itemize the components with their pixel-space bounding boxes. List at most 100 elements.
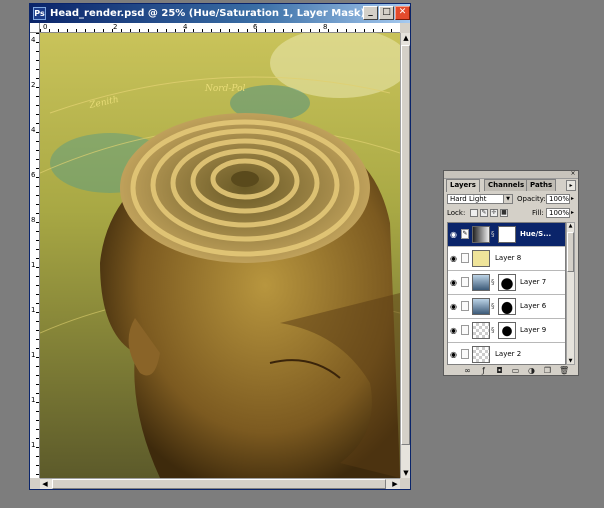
horizontal-scroll-thumb[interactable] bbox=[52, 479, 386, 489]
vertical-scrollbar[interactable]: ▲ ▼ bbox=[400, 33, 410, 478]
blend-mode-value: Hard Light bbox=[450, 195, 487, 203]
lock-position-icon[interactable]: ✛ bbox=[490, 209, 498, 217]
ruler-tick-label: 1 bbox=[31, 351, 36, 359]
layer-thumbnail[interactable] bbox=[472, 298, 490, 315]
layer-thumbnail[interactable] bbox=[472, 346, 490, 363]
close-button[interactable]: ✕ bbox=[395, 6, 410, 20]
layer-row[interactable]: ◉ § Layer 7 bbox=[448, 271, 565, 295]
document-title: Head_render.psd @ 25% (Hue/Saturation 1,… bbox=[50, 8, 366, 19]
layer-mask-thumbnail[interactable] bbox=[498, 274, 516, 291]
layer-name[interactable]: Layer 2 bbox=[495, 350, 521, 359]
palette-menu-icon[interactable]: ▸ bbox=[566, 180, 576, 191]
mask-link-icon[interactable]: § bbox=[491, 278, 495, 286]
document-canvas[interactable]: Zenith Nord-Pol bbox=[40, 33, 400, 478]
layer-brush-icon[interactable]: ✎ bbox=[461, 229, 469, 239]
visibility-eye-icon[interactable]: ◉ bbox=[449, 302, 458, 311]
tab-layers[interactable]: Layers bbox=[446, 179, 480, 192]
minimize-button[interactable]: _ bbox=[363, 6, 378, 20]
layers-scroll-thumb[interactable] bbox=[567, 232, 574, 272]
layer-name[interactable]: Layer 6 bbox=[520, 302, 546, 311]
layer-row[interactable]: ◉ Layer 8 bbox=[448, 247, 565, 271]
layer-thumbnail[interactable] bbox=[472, 274, 490, 291]
palette-bottom-toolbar: ∞ ƒ ◘ ▭ ◑ ❐ 🗑 bbox=[447, 366, 575, 376]
lock-image-icon[interactable]: ✎ bbox=[480, 209, 488, 217]
layer-thumbnail[interactable] bbox=[472, 322, 490, 339]
layer-thumbnail[interactable] bbox=[472, 250, 490, 267]
layers-palette[interactable]: × Layers Channels Paths ▸ Hard Light ▼ O… bbox=[443, 170, 579, 376]
visibility-eye-icon[interactable]: ◉ bbox=[449, 230, 458, 239]
document-title-bar[interactable]: Ps Head_render.psd @ 25% (Hue/Saturation… bbox=[30, 4, 410, 23]
trash-icon[interactable]: 🗑 bbox=[559, 366, 569, 375]
visibility-eye-icon[interactable]: ◉ bbox=[449, 254, 458, 263]
palette-tabs: Layers Channels Paths ▸ bbox=[446, 179, 576, 192]
scroll-right-arrow-icon[interactable]: ▶ bbox=[390, 479, 400, 489]
ruler-tick-label: 6 bbox=[253, 23, 258, 31]
layer-row[interactable]: ◉ § Layer 9 bbox=[448, 319, 565, 343]
lock-all-icon[interactable]: ■ bbox=[500, 209, 508, 217]
scroll-left-arrow-icon[interactable]: ◀ bbox=[40, 479, 50, 489]
lock-label: Lock: bbox=[447, 209, 466, 217]
layer-name[interactable]: Layer 8 bbox=[495, 254, 521, 263]
layer-name[interactable]: Layer 9 bbox=[520, 326, 546, 335]
horizontal-scrollbar[interactable]: ◀ ▶ bbox=[40, 478, 400, 489]
mask-link-icon[interactable]: § bbox=[491, 302, 495, 310]
ruler-tick-label: 8 bbox=[323, 23, 328, 31]
layer-mask-thumbnail[interactable] bbox=[498, 226, 516, 243]
lock-transparency-icon[interactable] bbox=[470, 209, 478, 217]
layer-row[interactable]: ◉ Layer 2 bbox=[448, 343, 565, 364]
ruler-tick-label: 0 bbox=[43, 23, 48, 31]
layer-link-box[interactable] bbox=[461, 253, 469, 263]
visibility-eye-icon[interactable]: ◉ bbox=[449, 350, 458, 359]
layer-name[interactable]: Layer 7 bbox=[520, 278, 546, 287]
mask-link-icon[interactable]: § bbox=[491, 326, 495, 334]
tab-paths[interactable]: Paths bbox=[526, 179, 557, 191]
maximize-button[interactable]: □ bbox=[379, 6, 394, 20]
layers-scrollbar[interactable]: ▲ ▼ bbox=[566, 222, 575, 365]
palette-title-strip[interactable]: × bbox=[444, 171, 578, 179]
layer-link-box[interactable] bbox=[461, 325, 469, 335]
visibility-eye-icon[interactable]: ◉ bbox=[449, 326, 458, 335]
layers-list[interactable]: ◉ ✎ § Hue/S... ◉ Layer 8 ◉ § Layer 7 ◉ § bbox=[447, 222, 566, 365]
tab-channels[interactable]: Channels bbox=[484, 179, 529, 191]
adjustment-layer-icon[interactable]: ◑ bbox=[527, 366, 536, 375]
layer-link-box[interactable] bbox=[461, 349, 469, 359]
opacity-field[interactable]: 100% bbox=[546, 194, 570, 204]
scroll-down-arrow-icon[interactable]: ▼ bbox=[567, 356, 574, 366]
vertical-ruler[interactable]: 4 2 4 6 8 1 1 1 1 1 bbox=[30, 33, 40, 478]
layer-link-box[interactable] bbox=[461, 277, 469, 287]
scroll-up-arrow-icon[interactable]: ▲ bbox=[401, 33, 411, 43]
opacity-slider-arrow-icon[interactable]: ▸ bbox=[571, 194, 574, 204]
blend-mode-select[interactable]: Hard Light ▼ bbox=[447, 194, 513, 204]
fill-field[interactable]: 100% bbox=[546, 208, 570, 218]
blend-opacity-row: Hard Light ▼ Opacity: 100% ▸ bbox=[447, 194, 575, 205]
ruler-tick-label: 1 bbox=[31, 396, 36, 404]
opacity-value: 100% bbox=[549, 195, 570, 203]
palette-close-icon[interactable]: × bbox=[570, 171, 576, 177]
new-layer-icon[interactable]: ❐ bbox=[543, 366, 552, 375]
artwork-maze-head: Zenith Nord-Pol bbox=[40, 33, 400, 478]
vertical-scroll-thumb[interactable] bbox=[401, 45, 410, 445]
scroll-down-arrow-icon[interactable]: ▼ bbox=[401, 468, 411, 478]
scroll-up-arrow-icon[interactable]: ▲ bbox=[567, 221, 574, 231]
document-window[interactable]: Ps Head_render.psd @ 25% (Hue/Saturation… bbox=[29, 3, 411, 490]
adjustment-layer-thumbnail[interactable] bbox=[472, 226, 490, 243]
ruler-tick-label: 2 bbox=[31, 81, 36, 89]
layer-mask-thumbnail[interactable] bbox=[498, 322, 516, 339]
add-mask-icon[interactable]: ◘ bbox=[495, 366, 504, 375]
ruler-tick-label: 4 bbox=[183, 23, 188, 31]
layer-style-icon[interactable]: ƒ bbox=[479, 366, 488, 375]
layer-mask-thumbnail[interactable] bbox=[498, 298, 516, 315]
layer-row[interactable]: ◉ ✎ § Hue/S... bbox=[448, 223, 565, 247]
photoshop-app-icon: Ps bbox=[33, 7, 46, 20]
opacity-label: Opacity: bbox=[517, 195, 546, 203]
layer-link-box[interactable] bbox=[461, 301, 469, 311]
layer-name[interactable]: Hue/S... bbox=[520, 230, 551, 239]
horizontal-ruler[interactable]: 0 2 4 6 8 bbox=[40, 23, 400, 33]
link-icon[interactable]: ∞ bbox=[463, 366, 472, 375]
mask-link-icon[interactable]: § bbox=[491, 230, 495, 238]
visibility-eye-icon[interactable]: ◉ bbox=[449, 278, 458, 287]
new-set-icon[interactable]: ▭ bbox=[511, 366, 520, 375]
ruler-origin[interactable] bbox=[30, 23, 40, 33]
layer-row[interactable]: ◉ § Layer 6 bbox=[448, 295, 565, 319]
fill-slider-arrow-icon[interactable]: ▸ bbox=[571, 208, 574, 218]
